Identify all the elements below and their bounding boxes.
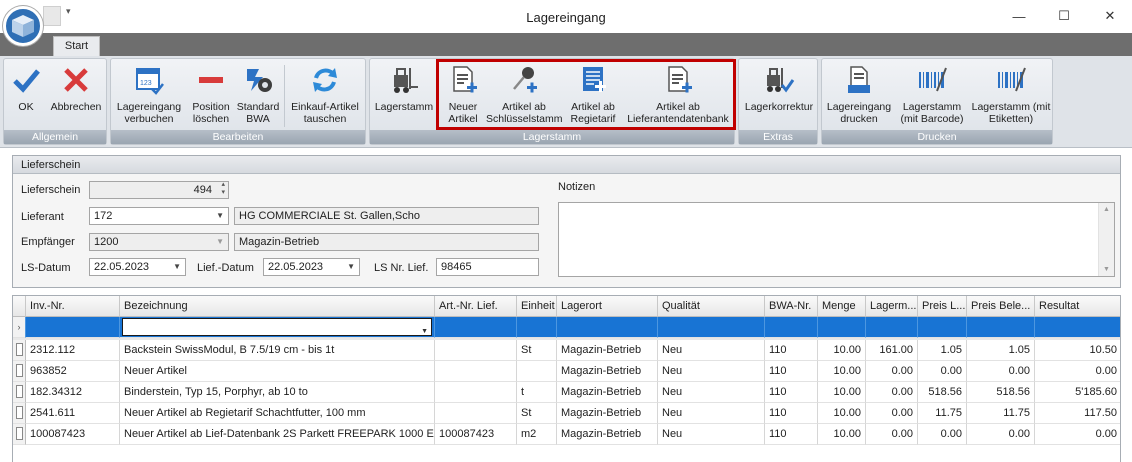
column-header[interactable]: Art.-Nr. Lief. (435, 296, 517, 317)
grid-new-row[interactable]: › ▼ (13, 317, 1120, 338)
window-title: Lagereingang (526, 10, 606, 25)
chevron-down-icon[interactable]: ▼ (347, 259, 355, 275)
maximize-button[interactable]: ☐ (1042, 4, 1086, 28)
chevron-down-icon[interactable]: ▼ (216, 208, 224, 224)
cancel-button[interactable]: Abbrechen (48, 63, 104, 131)
einkauf-artikel-tauschen-button[interactable]: Einkauf-Artikel tauschen (287, 63, 363, 131)
row-header[interactable] (13, 361, 26, 382)
lagerstamm-mit-barcode-button[interactable]: Lagerstamm (mit Barcode) (896, 63, 968, 131)
gear-icon (247, 69, 272, 92)
cross-icon (64, 68, 88, 92)
ribbon-tab-strip: Start (0, 33, 1132, 57)
chevron-down-icon[interactable]: ▼ (173, 259, 181, 275)
scroll-down-icon[interactable]: ▼ (1103, 266, 1110, 273)
refresh-icon (313, 68, 337, 92)
lagerstamm-mit-etiketten-button[interactable]: Lagerstamm (mit Etiketten) (970, 63, 1052, 131)
group-label-allgemein: Allgemein (4, 130, 106, 144)
column-header[interactable]: Preis Bele... (967, 296, 1035, 317)
notizen-scrollbar[interactable]: ▲ ▼ (1098, 203, 1114, 276)
ribbon-group-extras: Lagerkorrektur Extras (738, 58, 818, 145)
lieferschein-panel: Lieferschein Lieferschein 494 ▴ ▾ Liefera… (12, 155, 1121, 288)
svg-text:123: 123 (140, 80, 152, 87)
barcode-label-icon (998, 67, 1026, 92)
position-loeschen-button[interactable]: Position löschen (189, 63, 233, 131)
lagerstamm-button[interactable]: Lagerstamm (373, 63, 435, 131)
ls-nr-lief-label: LS Nr. Lief. (374, 262, 429, 274)
column-header[interactable]: BWA-Nr. (765, 296, 818, 317)
column-header[interactable]: Inv.-Nr. (26, 296, 120, 317)
ls-datum-label: LS-Datum (21, 262, 71, 274)
column-header[interactable]: Lagerm... (866, 296, 918, 317)
column-header[interactable]: Bezeichnung (120, 296, 435, 317)
row-header[interactable] (13, 403, 26, 424)
book-entry-icon: 123 (136, 68, 164, 95)
empfaenger-select[interactable]: 1200 ▼ (89, 233, 229, 251)
lieferschein-label: Lieferschein (21, 184, 81, 196)
title-bar: ▾ Lagereingang — ☐ ✕ (0, 0, 1132, 46)
table-row[interactable]: 100087423 Neuer Artikel ab Lief-Datenban… (13, 424, 1120, 445)
highlight-frame (436, 59, 736, 130)
group-label-lagerstamm: Lagerstamm (370, 130, 734, 144)
lief-datum-label: Lief.-Datum (197, 262, 254, 274)
column-header[interactable]: Qualität (658, 296, 765, 317)
grid-header-row: Inv.-Nr. Bezeichnung Art.-Nr. Lief. Einh… (13, 296, 1120, 317)
app-logo-icon[interactable] (3, 6, 43, 46)
tab-start[interactable]: Start (53, 36, 100, 57)
ok-button[interactable]: OK (8, 63, 44, 131)
print-document-icon (848, 66, 870, 93)
lief-datum-picker[interactable]: 22.05.2023 ▼ (263, 258, 360, 276)
table-row[interactable]: 2312.112 Backstein SwissModul, B 7.5/19 … (13, 340, 1120, 361)
ribbon-group-drucken: Lagereingang drucken Lagerstamm (mit Bar… (821, 58, 1053, 145)
scroll-up-icon[interactable]: ▲ (1103, 206, 1110, 213)
close-button[interactable]: ✕ (1088, 4, 1132, 28)
ls-nr-lief-field[interactable]: 98465 (436, 258, 539, 276)
column-header[interactable]: Einheit (517, 296, 557, 317)
empfaenger-name-field: Magazin-Betrieb (234, 233, 539, 251)
positions-grid: Inv.-Nr. Bezeichnung Art.-Nr. Lief. Einh… (12, 295, 1121, 462)
ribbon-group-allgemein: OK Abbrechen Allgemein (3, 58, 107, 145)
row-header[interactable] (13, 340, 26, 361)
row-header-corner (13, 296, 26, 317)
group-label-drucken: Drucken (822, 130, 1052, 144)
bezeichnung-combo[interactable]: ▼ (122, 318, 432, 336)
current-row-indicator-icon: › (13, 317, 26, 338)
check-icon (13, 69, 40, 93)
table-row[interactable]: 182.34312 Binderstein, Typ 15, Porphyr, … (13, 382, 1120, 403)
lagerkorrektur-button[interactable]: Lagerkorrektur (741, 63, 817, 131)
row-header[interactable] (13, 424, 26, 445)
lieferant-label: Lieferant (21, 211, 64, 223)
column-header[interactable]: Menge (818, 296, 866, 317)
lieferant-select[interactable]: 172 ▼ (89, 207, 229, 225)
lieferschein-section-title: Lieferschein (13, 156, 1120, 174)
ribbon-group-bearbeiten: 123 Lagereingang verbuchen Position lösc… (110, 58, 366, 145)
ls-datum-picker[interactable]: 22.05.2023 ▼ (89, 258, 186, 276)
notizen-textarea[interactable]: ▲ ▼ (558, 202, 1115, 277)
lieferschein-number-field[interactable]: 494 ▴ ▾ (89, 181, 229, 199)
table-row[interactable]: 963852 Neuer Artikel Magazin-Betrieb Neu… (13, 361, 1120, 382)
lagereingang-verbuchen-button[interactable]: 123 Lagereingang verbuchen (114, 63, 184, 131)
barcode-icon (919, 67, 947, 92)
lagereingang-drucken-button[interactable]: Lagereingang drucken (824, 63, 894, 131)
table-row[interactable]: 2541.611 Neuer Artikel ab Regietarif Sch… (13, 403, 1120, 424)
column-header[interactable]: Preis L... (918, 296, 967, 317)
chevron-down-icon[interactable]: ▼ (421, 322, 428, 337)
ribbon-separator (284, 65, 285, 127)
row-header[interactable] (13, 382, 26, 403)
spin-arrows-icon[interactable]: ▴ ▾ (221, 182, 225, 197)
group-label-bearbeiten: Bearbeiten (111, 130, 365, 144)
empfaenger-label: Empfänger (21, 236, 75, 248)
group-label-extras: Extras (739, 130, 817, 144)
standard-bwa-button[interactable]: Standard BWA (235, 63, 281, 131)
column-header[interactable]: Resultat (1035, 296, 1120, 317)
column-header[interactable]: Lagerort (557, 296, 658, 317)
minus-icon (199, 77, 223, 83)
forklift-icon (394, 68, 418, 93)
lieferant-name-field: HG COMMERCIALE St. Gallen,Scho (234, 207, 539, 225)
chevron-down-icon[interactable]: ▼ (216, 234, 224, 250)
notizen-label: Notizen (558, 181, 596, 193)
minimize-button[interactable]: — (997, 4, 1041, 28)
forklift-check-icon (767, 68, 795, 93)
